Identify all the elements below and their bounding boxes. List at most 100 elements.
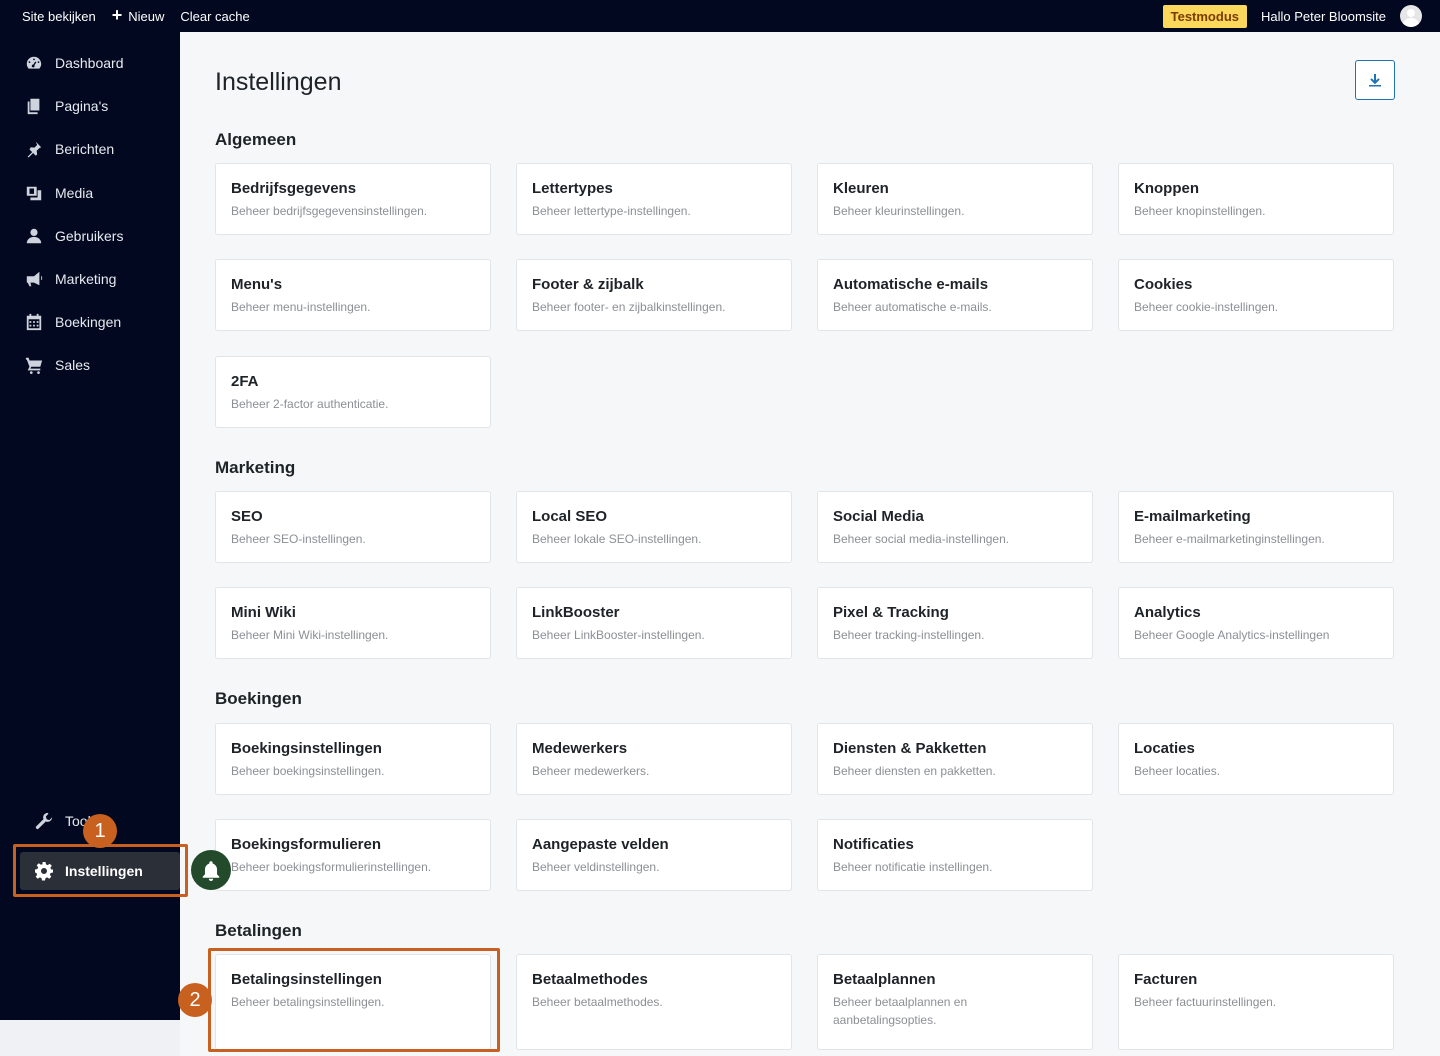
site-view-link[interactable]: Site bekijken (14, 0, 104, 32)
settings-card-buttons[interactable]: Knoppen Beheer knopinstellingen. (1118, 163, 1394, 235)
notification-button[interactable] (191, 850, 231, 890)
admin-top-bar: Site bekijken + Nieuw Clear cache Testmod… (0, 0, 1440, 32)
sidebar: Dashboard Pagina's Berichten Media Gebru… (0, 32, 180, 1020)
sidebar-item-dashboard[interactable]: Dashboard (0, 43, 180, 83)
avatar[interactable] (1400, 5, 1422, 27)
sidebar-item-settings[interactable]: Instellingen (20, 852, 180, 890)
card-description: Beheer lokale SEO-instellingen. (532, 532, 702, 546)
settings-card-automatic-emails[interactable]: Automatische e-mails Beheer automatische … (817, 259, 1093, 331)
dashboard-icon (24, 53, 44, 73)
megaphone-icon (24, 269, 44, 289)
sidebar-item-label: Media (55, 185, 94, 201)
card-title: Boekingsinstellingen (231, 740, 382, 757)
card-description: Beheer betalingsinstellingen. (231, 995, 385, 1009)
settings-card-colors[interactable]: Kleuren Beheer kleurinstellingen. (817, 163, 1093, 235)
sidebar-item-pages[interactable]: Pagina's (0, 86, 180, 126)
download-button[interactable] (1355, 60, 1395, 100)
settings-card-payment-methods[interactable]: Betaalmethodes Beheer betaalmethodes. (516, 954, 792, 1050)
card-title: Notificaties (833, 836, 914, 853)
card-title: Knoppen (1134, 180, 1199, 197)
card-description: Beheer LinkBooster-instellingen. (532, 628, 705, 642)
card-description: Beheer SEO-instellingen. (231, 532, 366, 546)
card-title: SEO (231, 508, 263, 525)
settings-card-company-details[interactable]: Bedrijfsgegevens Beheer bedrijfsgegevensi… (215, 163, 491, 235)
settings-card-footer-sidebar[interactable]: Footer & zijbalk Beheer footer- en zijbal… (516, 259, 792, 331)
settings-card-booking-forms[interactable]: Boekingsformulieren Beheer boekingsformul… (215, 819, 491, 891)
card-title: Betaalmethodes (532, 971, 648, 988)
section-title-payments: Betalingen (215, 921, 302, 940)
card-description: Beheer e-mailmarketinginstellingen. (1134, 532, 1325, 546)
sidebar-item-sales[interactable]: Sales (0, 345, 180, 385)
calendar-icon (24, 312, 44, 332)
test-mode-badge[interactable]: Testmodus (1162, 4, 1247, 28)
plus-icon: + (111, 5, 123, 25)
sidebar-item-label: Marketing (55, 271, 117, 287)
sidebar-item-label: Berichten (55, 141, 115, 157)
card-title: Social Media (833, 508, 924, 525)
settings-card-custom-fields[interactable]: Aangepaste velden Beheer veldinstellingen… (516, 819, 792, 891)
settings-card-pixel-tracking[interactable]: Pixel & Tracking Beheer tracking-instelli… (817, 587, 1093, 659)
settings-card-notifications[interactable]: Notificaties Beheer notificatie instellin… (817, 819, 1093, 891)
card-title: Diensten & Pakketten (833, 740, 987, 757)
card-description: Beheer Google Analytics-instellingen (1134, 628, 1330, 642)
card-description: Beheer betaalplannen en aanbetalingsopti… (833, 995, 968, 1027)
settings-card-mini-wiki[interactable]: Mini Wiki Beheer Mini Wiki-instellingen. (215, 587, 491, 659)
settings-card-payment-settings[interactable]: Betalingsinstellingen Beheer betalingsins… (215, 954, 491, 1050)
settings-card-email-marketing[interactable]: E-mailmarketing Beheer e-mailmarketingins… (1118, 491, 1394, 563)
download-icon (1368, 73, 1382, 87)
sidebar-item-label: Instellingen (65, 863, 143, 879)
settings-card-payment-plans[interactable]: Betaalplannen Beheer betaalplannen en aan… (817, 954, 1093, 1050)
card-title: Aangepaste velden (532, 836, 669, 853)
settings-card-fonts[interactable]: Lettertypes Beheer lettertype-instellinge… (516, 163, 792, 235)
card-title: 2FA (231, 373, 259, 390)
page-background (0, 1020, 180, 1056)
card-title: Betaalplannen (833, 971, 936, 988)
new-menu[interactable]: + Nieuw (104, 0, 173, 32)
sidebar-item-label: Dashboard (55, 55, 124, 71)
section-title-general: Algemeen (215, 130, 297, 149)
section-title-bookings: Boekingen (215, 689, 302, 708)
card-description: Beheer factuurinstellingen. (1134, 995, 1277, 1009)
sidebar-item-label: Pagina's (55, 98, 109, 114)
card-title: Boekingsformulieren (231, 836, 382, 853)
settings-card-locations[interactable]: Locaties Beheer locaties. (1118, 723, 1394, 795)
step-callout-1: 1 (83, 814, 117, 848)
sidebar-item-posts[interactable]: Berichten (0, 129, 180, 169)
settings-card-services-packages[interactable]: Diensten & Pakketten Beheer diensten en p… (817, 723, 1093, 795)
cart-icon (24, 355, 44, 375)
card-title: Betalingsinstellingen (231, 971, 382, 988)
settings-card-booking-settings[interactable]: Boekingsinstellingen Beheer boekingsinste… (215, 723, 491, 795)
card-description: Beheer medewerkers. (532, 764, 650, 778)
sidebar-item-bookings[interactable]: Boekingen (0, 302, 180, 342)
settings-card-menus[interactable]: Menu's Beheer menu-instellingen. (215, 259, 491, 331)
sidebar-item-label: Sales (55, 357, 91, 373)
settings-card-2fa[interactable]: 2FA Beheer 2-factor authenticatie. (215, 356, 491, 428)
wrench-icon (34, 811, 54, 831)
settings-card-social-media[interactable]: Social Media Beheer social media-instelli… (817, 491, 1093, 563)
card-title: Mini Wiki (231, 604, 296, 621)
user-greeting[interactable]: Hallo Peter Bloomsite (1261, 9, 1386, 24)
card-description: Beheer menu-instellingen. (231, 300, 371, 314)
settings-card-local-seo[interactable]: Local SEO Beheer lokale SEO-instellingen. (516, 491, 792, 563)
sidebar-item-marketing[interactable]: Marketing (0, 259, 180, 299)
card-title: Pixel & Tracking (833, 604, 949, 621)
sidebar-item-users[interactable]: Gebruikers (0, 216, 180, 256)
card-description: Beheer diensten en pakketten. (833, 764, 996, 778)
settings-card-invoices[interactable]: Facturen Beheer factuurinstellingen. (1118, 954, 1394, 1050)
step-callout-2: 2 (178, 983, 212, 1017)
pin-icon (24, 139, 44, 159)
card-title: Automatische e-mails (833, 276, 989, 293)
card-description: Beheer knopinstellingen. (1134, 204, 1266, 218)
card-title: Facturen (1134, 971, 1198, 988)
settings-card-analytics[interactable]: Analytics Beheer Google Analytics-instell… (1118, 587, 1394, 659)
settings-card-employees[interactable]: Medewerkers Beheer medewerkers. (516, 723, 792, 795)
sidebar-item-label: Gebruikers (55, 228, 124, 244)
clear-cache-link[interactable]: Clear cache (172, 0, 257, 32)
settings-card-seo[interactable]: SEO Beheer SEO-instellingen. (215, 491, 491, 563)
settings-card-cookies[interactable]: Cookies Beheer cookie-instellingen. (1118, 259, 1394, 331)
settings-card-linkbooster[interactable]: LinkBooster Beheer LinkBooster-instelling… (516, 587, 792, 659)
sidebar-item-media[interactable]: Media (0, 173, 180, 213)
card-description: Beheer veldinstellingen. (532, 860, 660, 874)
user-icon (24, 226, 44, 246)
card-description: Beheer cookie-instellingen. (1134, 300, 1279, 314)
